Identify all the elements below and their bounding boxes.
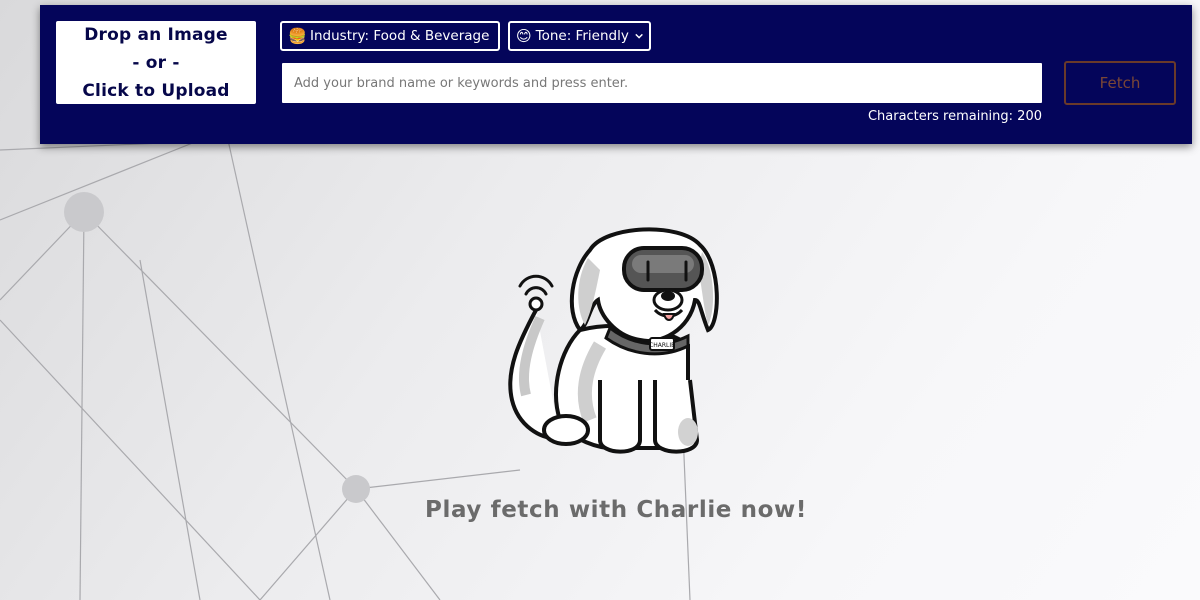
fetch-button[interactable]: Fetch: [1064, 61, 1176, 105]
industry-dropdown[interactable]: 🍔 Industry: Food & Beverage: [280, 21, 500, 51]
collar-tag-text: CHARLIE: [649, 342, 675, 349]
smiley-icon: 😊: [516, 27, 532, 45]
industry-dropdown-label: Industry: Food & Beverage: [310, 28, 490, 44]
tagline: Play fetch with Charlie now!: [425, 497, 807, 523]
charlie-dog-mascot: CHARLIE: [508, 227, 719, 454]
top-toolbar: Drop an Image - or - Click to Upload 🍔 I…: [40, 5, 1192, 144]
tone-dropdown-label: Tone: Friendly: [535, 28, 629, 44]
image-upload-dropzone[interactable]: Drop an Image - or - Click to Upload: [56, 21, 256, 104]
chevron-down-icon: [635, 33, 643, 39]
upload-line-1: Drop an Image: [84, 24, 228, 45]
upload-line-3: Click to Upload: [82, 80, 230, 101]
upload-line-2: - or -: [132, 52, 180, 73]
burger-icon: 🍔: [288, 27, 307, 45]
characters-remaining-counter: Characters remaining: 200: [867, 109, 1042, 124]
tone-dropdown[interactable]: 😊 Tone: Friendly: [508, 21, 651, 51]
keyword-search-input[interactable]: [282, 63, 1042, 103]
